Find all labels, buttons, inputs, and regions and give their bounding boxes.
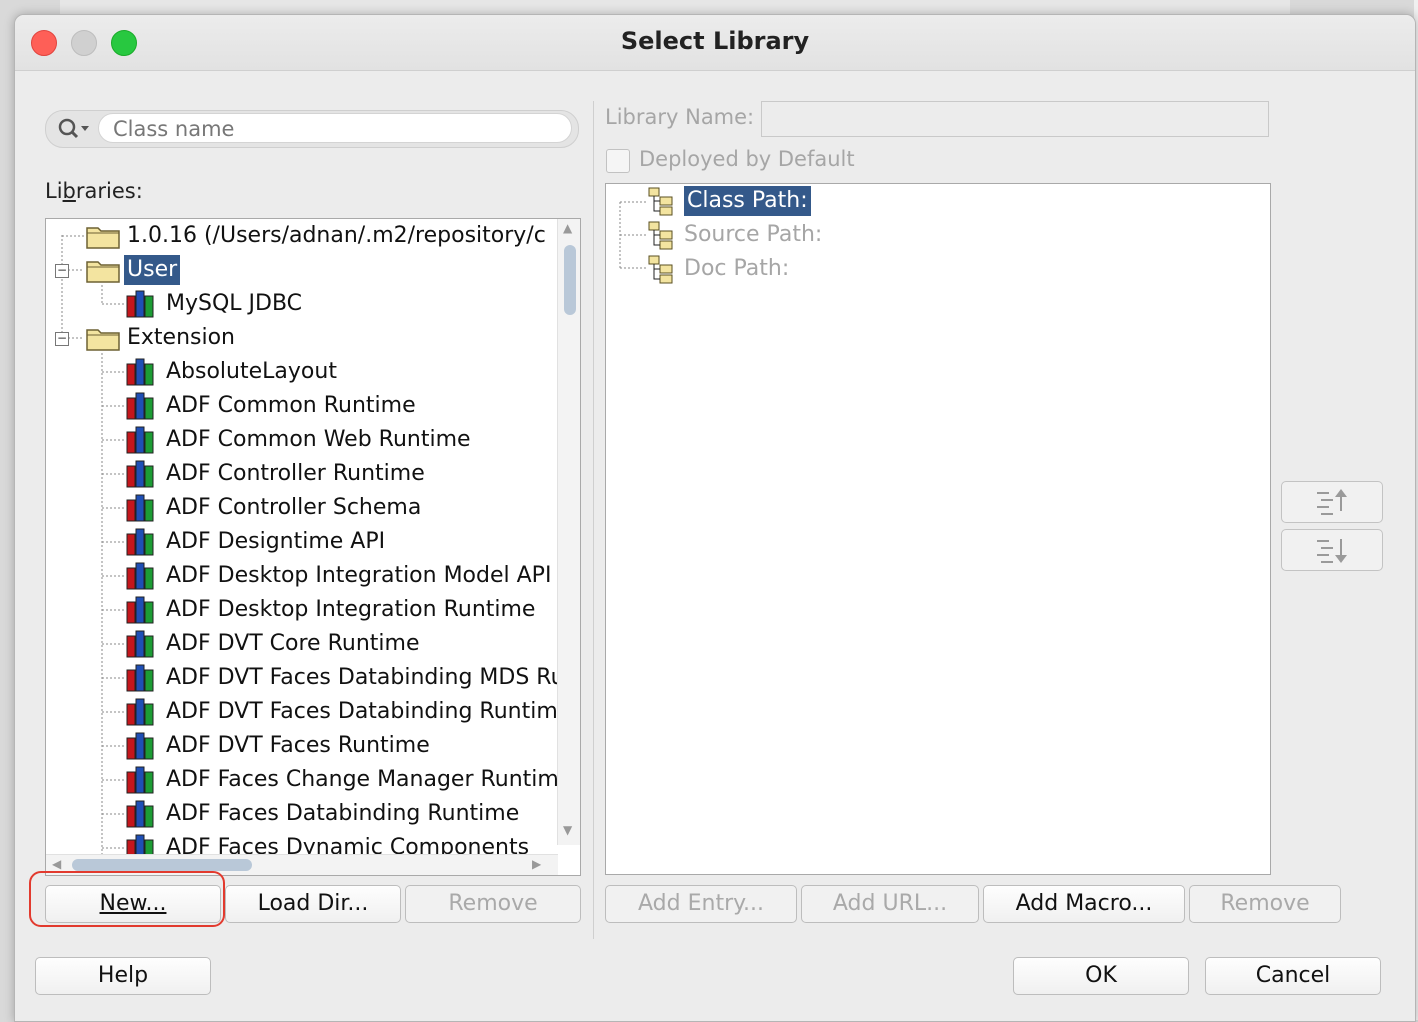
scroll-left-arrow-icon[interactable]: ◀ (52, 857, 61, 871)
library-books-icon (126, 664, 154, 692)
ok-button[interactable]: OK (1013, 957, 1189, 995)
path-tree-icon (648, 187, 673, 216)
vertical-scroll-thumb[interactable] (564, 245, 576, 315)
tree-group-label: User (124, 255, 181, 285)
library-books-icon (126, 732, 154, 760)
path-tree-icon (648, 221, 673, 250)
load-dir-button[interactable]: Load Dir... (225, 885, 401, 923)
path-item-label: Source Path: (684, 222, 823, 247)
library-books-icon (126, 528, 154, 556)
tree-vertical-scrollbar[interactable]: ▲ ▼ (557, 219, 580, 845)
tree-item-label: ADF Designtime API (166, 529, 386, 554)
move-up-icon (1317, 489, 1347, 515)
path-tree-icon (648, 255, 673, 284)
tree-group-label: Extension (127, 325, 236, 350)
cancel-button[interactable]: Cancel (1205, 957, 1381, 995)
scroll-right-arrow-icon[interactable]: ▶ (532, 857, 541, 871)
library-books-icon (126, 460, 154, 488)
library-books-icon (126, 698, 154, 726)
library-books-icon (126, 766, 154, 794)
add-url-button[interactable]: Add URL... (801, 885, 979, 923)
libraries-label: Libraries: (45, 179, 143, 203)
tree-item-label: MySQL JDBC (166, 291, 303, 316)
dialog-title: Select Library (620, 27, 810, 55)
remove-library-button[interactable]: Remove (405, 885, 581, 923)
scroll-down-arrow-icon[interactable]: ▼ (563, 823, 572, 837)
path-item-label: Class Path: (684, 186, 811, 216)
title-bar: Select Library (15, 15, 1415, 71)
move-up-button[interactable] (1281, 481, 1383, 523)
library-name-input[interactable] (761, 101, 1269, 137)
pane-divider[interactable] (593, 101, 594, 939)
horizontal-scroll-thumb[interactable] (72, 859, 252, 871)
library-books-icon (126, 358, 154, 386)
add-entry-button[interactable]: Add Entry... (605, 885, 797, 923)
tree-item-label: ADF Faces Change Manager Runtime (166, 767, 573, 792)
class-name-input[interactable]: Class name (98, 113, 572, 143)
tree-item-label: ADF DVT Core Runtime (166, 631, 420, 656)
tree-item-label: AbsoluteLayout (166, 359, 337, 384)
libraries-tree[interactable]: − − 1.0.16 (/Users/adnan/.m2/repository/… (45, 218, 581, 876)
tree-item-label: ADF Desktop Integration Model API (166, 563, 552, 588)
tree-item-label: ADF Controller Schema (166, 495, 422, 520)
tree-item-label: ADF Faces Databinding Runtime (166, 801, 520, 826)
tree-item-label: 1.0.16 (/Users/adnan/.m2/repository/c (127, 223, 546, 248)
library-books-icon (126, 392, 154, 420)
library-books-icon (126, 426, 154, 454)
new-library-button[interactable]: New... (45, 885, 221, 923)
library-name-label: Library Name: (605, 105, 755, 129)
tree-item-label: ADF Controller Runtime (166, 461, 425, 486)
search-icon[interactable] (54, 115, 94, 143)
library-books-icon (126, 290, 154, 318)
library-books-icon (126, 562, 154, 590)
tree-item-label: ADF DVT Faces Runtime (166, 733, 430, 758)
help-button[interactable]: Help (35, 957, 211, 995)
folder-icon (86, 261, 120, 283)
move-down-icon (1317, 539, 1347, 563)
scroll-up-arrow-icon[interactable]: ▲ (563, 221, 572, 235)
tree-item-label: ADF Desktop Integration Runtime (166, 597, 536, 622)
tree-item-label: ADF Common Web Runtime (166, 427, 471, 452)
library-books-icon (126, 596, 154, 624)
background-window-top (60, 0, 1290, 14)
folder-icon (86, 329, 120, 351)
deployed-by-default-checkbox[interactable] (606, 149, 630, 173)
tree-item-label: ADF Common Runtime (166, 393, 416, 418)
deployed-by-default-label: Deployed by Default (639, 147, 855, 171)
tree-item-label: ADF DVT Faces Databinding MDS Rui (166, 665, 571, 690)
folder-icon (86, 227, 120, 249)
library-books-icon (126, 494, 154, 522)
tree-item-label: ADF DVT Faces Databinding Runtime (166, 699, 572, 724)
collapse-user-toggle[interactable]: − (55, 264, 69, 278)
select-library-dialog: Select Library Class name Libraries: − −… (14, 14, 1416, 1022)
library-paths-tree[interactable]: Class Path: Source Path: Doc Path: (605, 183, 1271, 875)
library-books-icon (126, 630, 154, 658)
move-down-button[interactable] (1281, 529, 1383, 571)
remove-path-button[interactable]: Remove (1189, 885, 1341, 923)
library-books-icon (126, 800, 154, 828)
path-item-label: Doc Path: (684, 256, 790, 281)
collapse-extension-toggle[interactable]: − (55, 332, 69, 346)
class-search: Class name (45, 110, 579, 148)
add-macro-button[interactable]: Add Macro... (983, 885, 1185, 923)
